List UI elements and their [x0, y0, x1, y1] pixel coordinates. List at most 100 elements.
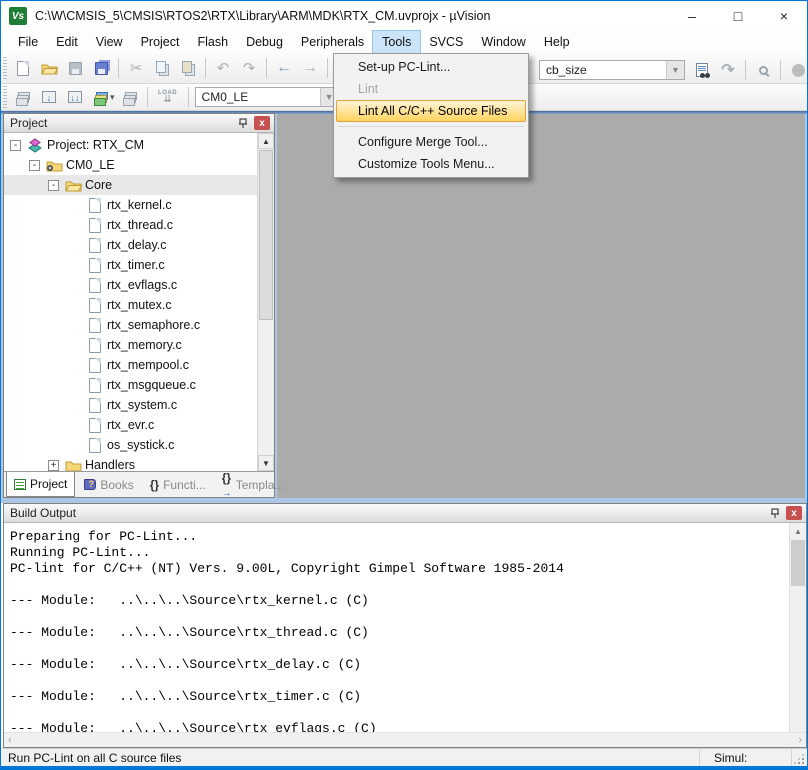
braces-icon: {} [150, 478, 159, 492]
collapse-icon[interactable]: - [29, 160, 40, 171]
collapse-icon[interactable]: - [10, 140, 21, 151]
redo-button[interactable]: ↷ [236, 56, 262, 80]
resize-grip[interactable] [791, 749, 807, 767]
title-bar[interactable]: Vs C:\W\CMSIS_5\CMSIS\RTOS2\RTX\Library\… [1, 1, 807, 31]
download-button[interactable]: LOAD ⇊ [152, 85, 184, 109]
source-file-icon [85, 218, 105, 233]
cut-button[interactable]: ✂ [123, 56, 149, 80]
menu-window[interactable]: Window [472, 31, 534, 53]
tree-item-file[interactable]: rtx_delay.c [4, 235, 257, 255]
scroll-up-icon[interactable]: ▲ [258, 133, 274, 149]
scroll-right-icon[interactable]: › [798, 734, 802, 746]
undo-button[interactable]: ↶ [210, 56, 236, 80]
tree-item-file[interactable]: rtx_system.c [4, 395, 257, 415]
tab-templates[interactable]: {}→ Templa... [215, 472, 292, 497]
save-button[interactable] [62, 56, 88, 80]
tree-item-file[interactable]: rtx_timer.c [4, 255, 257, 275]
translate-icon [16, 92, 30, 103]
scroll-up-icon[interactable]: ▴ [790, 523, 806, 539]
rebuild-button[interactable]: ↓↓ [62, 85, 88, 109]
close-icon[interactable]: x [786, 506, 802, 520]
paste-button[interactable] [175, 56, 201, 80]
open-file-button[interactable] [36, 56, 62, 80]
menu-debug[interactable]: Debug [237, 31, 292, 53]
menu-flash[interactable]: Flash [188, 31, 237, 53]
tree-item-file[interactable]: rtx_mempool.c [4, 355, 257, 375]
menu-item-customize-tools-menu[interactable]: Customize Tools Menu... [336, 153, 526, 175]
hand-navigate-icon: ↷ [721, 60, 734, 80]
tree-item-project-root[interactable]: - Project: RTX_CM [4, 135, 257, 155]
tab-project[interactable]: Project [6, 472, 75, 497]
expand-icon[interactable]: + [48, 460, 59, 471]
chevron-down-icon[interactable]: ▼ [666, 61, 684, 79]
menu-peripherals[interactable]: Peripherals [292, 31, 373, 53]
save-icon [69, 62, 82, 75]
goto-symbol-button[interactable]: ↷ [715, 58, 741, 82]
output-line: PC-lint for C/C++ (NT) Vers. 9.00L, Copy… [10, 561, 789, 577]
tree-item-label: rtx_timer.c [105, 257, 169, 273]
close-icon[interactable]: x [254, 116, 270, 130]
save-all-button[interactable] [88, 56, 114, 80]
breakpoint-button[interactable] [785, 58, 808, 82]
close-button[interactable]: × [761, 1, 807, 31]
build-button[interactable]: ↓ [36, 85, 62, 109]
find-in-files-button[interactable] [689, 58, 715, 82]
scrollbar-thumb[interactable] [791, 540, 805, 586]
menu-help[interactable]: Help [535, 31, 579, 53]
project-panel-header: Project x [4, 114, 274, 133]
menu-svcs[interactable]: SVCS [420, 31, 472, 53]
menu-tools[interactable]: Tools [373, 31, 420, 53]
menu-edit[interactable]: Edit [47, 31, 87, 53]
stop-build-icon [123, 92, 137, 103]
tree-item-group-core[interactable]: - Core [4, 175, 257, 195]
rebuild-icon: ↓↓ [68, 91, 82, 103]
output-line: Preparing for PC-Lint... [10, 529, 789, 545]
copy-button[interactable] [149, 56, 175, 80]
project-tree-scrollbar[interactable]: ▲ ▼ [257, 133, 274, 471]
navigate-back-button[interactable]: ← [271, 56, 297, 80]
scrollbar-thumb[interactable] [259, 150, 273, 320]
collapse-icon[interactable]: - [48, 180, 59, 191]
menu-view[interactable]: View [87, 31, 132, 53]
translate-button[interactable] [10, 85, 36, 109]
tree-item-file[interactable]: rtx_kernel.c [4, 195, 257, 215]
tree-item-file[interactable]: os_systick.c [4, 435, 257, 455]
pin-icon[interactable] [236, 116, 250, 130]
menu-item-lint-all[interactable]: Lint All C/C++ Source Files [336, 100, 526, 122]
tab-books[interactable]: Books [77, 472, 140, 497]
output-scrollbar[interactable]: ▴ [789, 523, 806, 732]
toolbar-grip[interactable] [3, 86, 7, 108]
tree-item-file[interactable]: rtx_thread.c [4, 215, 257, 235]
tab-functions[interactable]: {} Functi... [143, 472, 213, 497]
tree-item-group-handlers[interactable]: + Handlers [4, 455, 257, 471]
output-horizontal-scrollbar[interactable]: ‹ › [4, 732, 806, 747]
navigate-forward-button[interactable]: → [297, 56, 323, 80]
tree-item-file[interactable]: rtx_evr.c [4, 415, 257, 435]
menu-item-configure-merge-tool[interactable]: Configure Merge Tool... [336, 131, 526, 153]
toolbar-grip[interactable] [3, 57, 7, 79]
tree-item-file[interactable]: rtx_semaphore.c [4, 315, 257, 335]
minimize-button[interactable]: – [669, 1, 715, 31]
pin-icon[interactable] [768, 506, 782, 520]
menu-file[interactable]: File [9, 31, 47, 53]
symbol-combobox[interactable]: cb_size ▼ [539, 60, 685, 80]
target-select-combobox[interactable]: CM0_LE ▼ [195, 87, 339, 107]
scroll-left-icon[interactable]: ‹ [8, 734, 12, 746]
tools-dropdown-menu: Set-up PC-Lint... Lint Lint All C/C++ So… [333, 53, 529, 178]
menu-project[interactable]: Project [132, 31, 189, 53]
maximize-button[interactable]: □ [715, 1, 761, 31]
tree-item-file[interactable]: rtx_evflags.c [4, 275, 257, 295]
build-output-body[interactable]: Preparing for PC-Lint... Running PC-Lint… [4, 523, 806, 732]
new-file-button[interactable] [10, 56, 36, 80]
batch-build-caret-icon[interactable]: ▾ [110, 92, 115, 103]
tree-item-file[interactable]: rtx_msgqueue.c [4, 375, 257, 395]
tree-item-file[interactable]: rtx_mutex.c [4, 295, 257, 315]
new-file-icon [17, 61, 29, 76]
tree-item-file[interactable]: rtx_memory.c [4, 335, 257, 355]
search-button[interactable] [750, 58, 776, 82]
tree-item-target[interactable]: - CM0_LE [4, 155, 257, 175]
stop-build-button[interactable] [117, 85, 143, 109]
scroll-down-icon[interactable]: ▼ [258, 455, 274, 471]
tab-label: Templa... [236, 478, 285, 492]
menu-item-setup-pclint[interactable]: Set-up PC-Lint... [336, 56, 526, 78]
